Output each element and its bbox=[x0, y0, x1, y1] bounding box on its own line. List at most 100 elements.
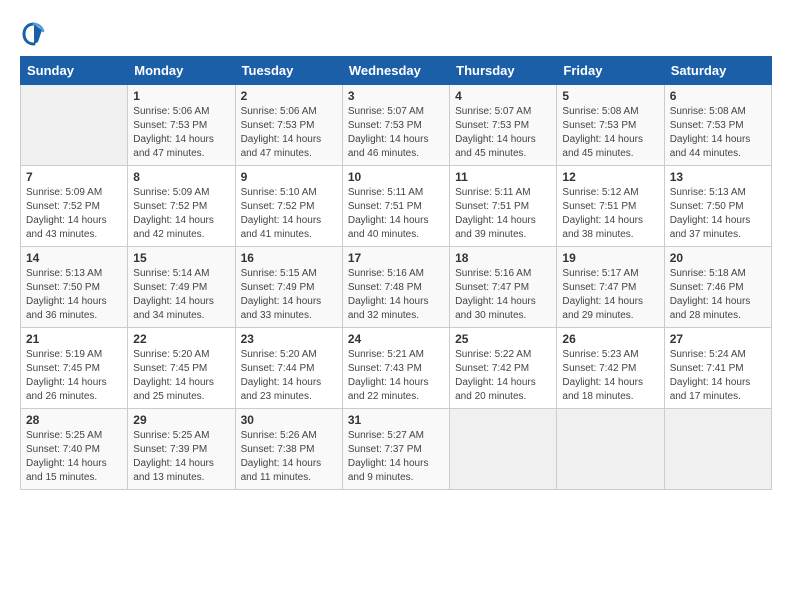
day-cell: 26 Sunrise: 5:23 AMSunset: 7:42 PMDayligh… bbox=[557, 328, 664, 409]
day-info: Sunrise: 5:15 AMSunset: 7:49 PMDaylight:… bbox=[241, 267, 337, 323]
day-info: Sunrise: 5:20 AMSunset: 7:44 PMDaylight:… bbox=[241, 348, 337, 404]
day-number: 25 bbox=[455, 332, 551, 346]
weekday-header-thursday: Thursday bbox=[450, 57, 557, 85]
day-info: Sunrise: 5:13 AMSunset: 7:50 PMDaylight:… bbox=[670, 186, 766, 242]
day-number: 2 bbox=[241, 89, 337, 103]
day-cell: 20 Sunrise: 5:18 AMSunset: 7:46 PMDayligh… bbox=[664, 247, 771, 328]
day-number: 9 bbox=[241, 170, 337, 184]
calendar-table: SundayMondayTuesdayWednesdayThursdayFrid… bbox=[20, 56, 772, 490]
day-number: 10 bbox=[348, 170, 444, 184]
day-number: 16 bbox=[241, 251, 337, 265]
weekday-header-row: SundayMondayTuesdayWednesdayThursdayFrid… bbox=[21, 57, 772, 85]
day-cell: 11Sunrise: 5:11 AMSunset: 7:51 PMDayligh… bbox=[450, 166, 557, 247]
day-info: Sunrise: 5:27 AMSunset: 7:37 PMDaylight:… bbox=[348, 429, 444, 485]
day-info: Sunrise: 5:09 AMSunset: 7:52 PMDaylight:… bbox=[133, 186, 229, 242]
day-info: Sunrise: 5:12 AMSunset: 7:51 PMDaylight:… bbox=[562, 186, 658, 242]
day-number: 14 bbox=[26, 251, 122, 265]
day-info: Sunrise: 5:11 AMSunset: 7:51 PMDaylight:… bbox=[455, 186, 551, 242]
day-cell bbox=[21, 85, 128, 166]
day-number: 15 bbox=[133, 251, 229, 265]
day-info: Sunrise: 5:11 AMSunset: 7:51 PMDaylight:… bbox=[348, 186, 444, 242]
day-cell: 14Sunrise: 5:13 AMSunset: 7:50 PMDayligh… bbox=[21, 247, 128, 328]
day-number: 6 bbox=[670, 89, 766, 103]
day-cell: 21Sunrise: 5:19 AMSunset: 7:45 PMDayligh… bbox=[21, 328, 128, 409]
week-row-5: 28 Sunrise: 5:25 AMSunset: 7:40 PMDayligh… bbox=[21, 409, 772, 490]
day-info: Sunrise: 5:10 AMSunset: 7:52 PMDaylight:… bbox=[241, 186, 337, 242]
day-cell: 23 Sunrise: 5:20 AMSunset: 7:44 PMDayligh… bbox=[235, 328, 342, 409]
day-cell: 31 Sunrise: 5:27 AMSunset: 7:37 PMDayligh… bbox=[342, 409, 449, 490]
day-cell: 4 Sunrise: 5:07 AMSunset: 7:53 PMDaylight… bbox=[450, 85, 557, 166]
day-info: Sunrise: 5:18 AMSunset: 7:46 PMDaylight:… bbox=[670, 267, 766, 323]
day-cell bbox=[450, 409, 557, 490]
day-cell: 29 Sunrise: 5:25 AMSunset: 7:39 PMDayligh… bbox=[128, 409, 235, 490]
day-number: 31 bbox=[348, 413, 444, 427]
day-info: Sunrise: 5:19 AMSunset: 7:45 PMDaylight:… bbox=[26, 348, 122, 404]
day-info: Sunrise: 5:08 AMSunset: 7:53 PMDaylight:… bbox=[562, 105, 658, 161]
day-number: 12 bbox=[562, 170, 658, 184]
day-number: 28 bbox=[26, 413, 122, 427]
day-cell: 16 Sunrise: 5:15 AMSunset: 7:49 PMDayligh… bbox=[235, 247, 342, 328]
day-cell: 17 Sunrise: 5:16 AMSunset: 7:48 PMDayligh… bbox=[342, 247, 449, 328]
day-number: 26 bbox=[562, 332, 658, 346]
day-cell: 28 Sunrise: 5:25 AMSunset: 7:40 PMDayligh… bbox=[21, 409, 128, 490]
week-row-2: 7 Sunrise: 5:09 AMSunset: 7:52 PMDaylight… bbox=[21, 166, 772, 247]
weekday-header-tuesday: Tuesday bbox=[235, 57, 342, 85]
day-cell: 8 Sunrise: 5:09 AMSunset: 7:52 PMDaylight… bbox=[128, 166, 235, 247]
day-info: Sunrise: 5:07 AMSunset: 7:53 PMDaylight:… bbox=[348, 105, 444, 161]
day-cell: 13 Sunrise: 5:13 AMSunset: 7:50 PMDayligh… bbox=[664, 166, 771, 247]
day-info: Sunrise: 5:06 AMSunset: 7:53 PMDaylight:… bbox=[133, 105, 229, 161]
weekday-header-friday: Friday bbox=[557, 57, 664, 85]
day-cell: 25 Sunrise: 5:22 AMSunset: 7:42 PMDayligh… bbox=[450, 328, 557, 409]
day-cell: 3 Sunrise: 5:07 AMSunset: 7:53 PMDaylight… bbox=[342, 85, 449, 166]
day-cell: 2 Sunrise: 5:06 AMSunset: 7:53 PMDaylight… bbox=[235, 85, 342, 166]
day-info: Sunrise: 5:23 AMSunset: 7:42 PMDaylight:… bbox=[562, 348, 658, 404]
day-info: Sunrise: 5:25 AMSunset: 7:40 PMDaylight:… bbox=[26, 429, 122, 485]
logo-icon bbox=[20, 20, 48, 48]
day-info: Sunrise: 5:22 AMSunset: 7:42 PMDaylight:… bbox=[455, 348, 551, 404]
weekday-header-sunday: Sunday bbox=[21, 57, 128, 85]
day-number: 19 bbox=[562, 251, 658, 265]
day-info: Sunrise: 5:26 AMSunset: 7:38 PMDaylight:… bbox=[241, 429, 337, 485]
week-row-4: 21Sunrise: 5:19 AMSunset: 7:45 PMDayligh… bbox=[21, 328, 772, 409]
logo bbox=[20, 20, 52, 48]
day-info: Sunrise: 5:25 AMSunset: 7:39 PMDaylight:… bbox=[133, 429, 229, 485]
day-cell: 1 Sunrise: 5:06 AMSunset: 7:53 PMDaylight… bbox=[128, 85, 235, 166]
day-cell: 12 Sunrise: 5:12 AMSunset: 7:51 PMDayligh… bbox=[557, 166, 664, 247]
day-number: 18 bbox=[455, 251, 551, 265]
day-cell bbox=[557, 409, 664, 490]
day-number: 17 bbox=[348, 251, 444, 265]
header bbox=[20, 20, 772, 48]
day-info: Sunrise: 5:08 AMSunset: 7:53 PMDaylight:… bbox=[670, 105, 766, 161]
day-info: Sunrise: 5:06 AMSunset: 7:53 PMDaylight:… bbox=[241, 105, 337, 161]
day-number: 1 bbox=[133, 89, 229, 103]
day-cell: 10 Sunrise: 5:11 AMSunset: 7:51 PMDayligh… bbox=[342, 166, 449, 247]
day-number: 5 bbox=[562, 89, 658, 103]
day-info: Sunrise: 5:24 AMSunset: 7:41 PMDaylight:… bbox=[670, 348, 766, 404]
day-info: Sunrise: 5:21 AMSunset: 7:43 PMDaylight:… bbox=[348, 348, 444, 404]
week-row-3: 14Sunrise: 5:13 AMSunset: 7:50 PMDayligh… bbox=[21, 247, 772, 328]
day-info: Sunrise: 5:09 AMSunset: 7:52 PMDaylight:… bbox=[26, 186, 122, 242]
weekday-header-wednesday: Wednesday bbox=[342, 57, 449, 85]
day-number: 20 bbox=[670, 251, 766, 265]
day-number: 4 bbox=[455, 89, 551, 103]
day-cell: 15 Sunrise: 5:14 AMSunset: 7:49 PMDayligh… bbox=[128, 247, 235, 328]
day-cell: 18 Sunrise: 5:16 AMSunset: 7:47 PMDayligh… bbox=[450, 247, 557, 328]
weekday-header-saturday: Saturday bbox=[664, 57, 771, 85]
day-info: Sunrise: 5:16 AMSunset: 7:47 PMDaylight:… bbox=[455, 267, 551, 323]
day-cell: 9 Sunrise: 5:10 AMSunset: 7:52 PMDaylight… bbox=[235, 166, 342, 247]
day-info: Sunrise: 5:07 AMSunset: 7:53 PMDaylight:… bbox=[455, 105, 551, 161]
day-number: 3 bbox=[348, 89, 444, 103]
day-cell: 30 Sunrise: 5:26 AMSunset: 7:38 PMDayligh… bbox=[235, 409, 342, 490]
day-number: 7 bbox=[26, 170, 122, 184]
day-number: 29 bbox=[133, 413, 229, 427]
day-number: 13 bbox=[670, 170, 766, 184]
day-number: 22 bbox=[133, 332, 229, 346]
day-cell bbox=[664, 409, 771, 490]
day-number: 8 bbox=[133, 170, 229, 184]
day-number: 23 bbox=[241, 332, 337, 346]
day-number: 30 bbox=[241, 413, 337, 427]
week-row-1: 1 Sunrise: 5:06 AMSunset: 7:53 PMDaylight… bbox=[21, 85, 772, 166]
day-info: Sunrise: 5:20 AMSunset: 7:45 PMDaylight:… bbox=[133, 348, 229, 404]
day-info: Sunrise: 5:14 AMSunset: 7:49 PMDaylight:… bbox=[133, 267, 229, 323]
day-info: Sunrise: 5:16 AMSunset: 7:48 PMDaylight:… bbox=[348, 267, 444, 323]
